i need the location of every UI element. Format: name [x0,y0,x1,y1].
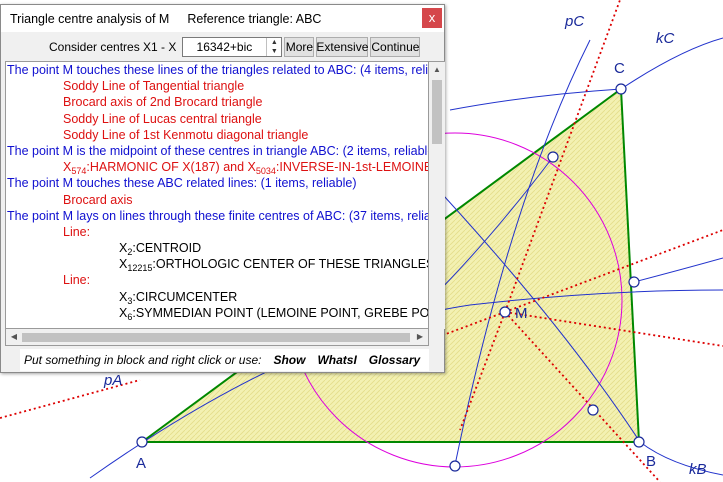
point-b[interactable] [633,436,645,448]
glossary-link[interactable]: Glossary [369,353,420,367]
close-button[interactable]: x [422,8,442,28]
abc-line-item: Brocard axis [63,192,133,207]
centre-name: :SYMMEDIAN POINT (LEMOINE POINT, GREBE P… [132,305,428,320]
centre-name: :INVERSE-IN-1st-LEMOINE-CIRCLE [275,160,428,175]
triangle-centre-analysis-dialog: Triangle centre analysis of M Reference … [0,4,445,373]
continue-button[interactable]: Continue [370,37,421,57]
show-link[interactable]: Show [273,353,305,367]
whats-link[interactable]: WhatsI [317,353,356,367]
point-c[interactable] [615,83,627,95]
reference-triangle-label: Reference triangle: ABC [187,11,322,26]
line-item: Brocard axis of 2nd Brocard triangle [63,95,263,110]
label-kc: kC [656,30,675,47]
centre-name: :CENTROID [132,241,202,256]
horizontal-scrollbar[interactable]: ◀ ▶ [5,329,429,346]
point-m[interactable] [499,306,511,318]
toolbar: Consider centres X1 - X ▲▼ More Extensiv… [1,36,444,58]
hint-text: Put something in block and right click o… [24,353,262,367]
line-item: Soddy Line of Tangential triangle [63,79,245,94]
point-a[interactable] [136,436,148,448]
abc-lines-header: The point M touches these ABC related li… [7,176,357,191]
label-a: A [136,455,146,472]
line-item: Soddy Line of Lucas central triangle [63,111,262,126]
vertical-scroll-thumb[interactable] [432,80,442,144]
centre-name: :CIRCUMCENTER [132,289,238,304]
hint-bar: Put something in block and right click o… [20,349,429,371]
centre-name: :HARMONIC OF X(187) and [86,160,248,175]
x-index: 5034 [255,166,276,176]
label-kb: kB [689,461,707,478]
point-top-intersection[interactable] [547,151,559,163]
line-item: Soddy Line of 1st Kenmotu diagonal trian… [63,127,309,142]
centre-range-spinner[interactable]: ▲▼ [182,37,283,57]
label-c: C [614,60,625,77]
centre-item: X3:CIRCUMCENTER [119,289,238,305]
x-index: 12215 [127,263,153,273]
lines-header: The point M touches these lines of the t… [7,63,428,77]
centre-range-input[interactable] [183,39,266,55]
label-pa: pA [103,372,122,389]
point-right-intersection[interactable] [628,276,640,288]
scroll-up-icon[interactable]: ▲ [429,62,445,78]
centre-item: X2:CENTROID [119,241,202,257]
centre-item: X6:SYMMEDIAN POINT (LEMOINE POINT, GREBE… [6,305,428,321]
vertical-scrollbar[interactable]: ▲ [429,61,445,329]
label-b: B [646,453,656,470]
scroll-left-icon[interactable]: ◀ [6,329,22,345]
dialog-title: Triangle centre analysis of M [10,11,170,26]
more-button[interactable]: More [284,37,315,57]
centre-item: X12215:ORTHOLOGIC CENTER OF THESE TRIANG… [6,256,428,272]
horizontal-scroll-thumb[interactable] [22,333,410,342]
finite-centres-header: The point M lays on lines through these … [7,208,428,223]
label-pc: pC [564,13,584,30]
extensive-button[interactable]: Extensive [316,37,368,57]
dialog-titlebar[interactable]: Triangle centre analysis of M Reference … [1,5,444,32]
consider-centres-label: Consider centres X1 - X [49,40,177,54]
centre-name: :ORTHOLOGIC CENTER OF THESE TRIANGLES [152,257,428,272]
curve-right[interactable] [633,257,723,283]
scroll-right-icon[interactable]: ▶ [412,329,428,345]
point-bottom-intersection[interactable] [449,460,461,472]
line-label: Line: [63,273,91,288]
spinner-arrows-icon[interactable]: ▲ ▼ [266,38,281,56]
label-m: M [515,305,528,322]
analysis-results-text[interactable]: The point M touches these lines of the t… [5,61,429,329]
midpoint-item: X574:HARMONIC OF X(187) and X5034:INVERS… [6,159,428,175]
x-index: 574 [71,166,87,176]
point-lower-intersection[interactable] [587,404,599,416]
line-label: Line: [63,224,91,239]
midpoint-header: The point M is the midpoint of these cen… [7,143,428,158]
